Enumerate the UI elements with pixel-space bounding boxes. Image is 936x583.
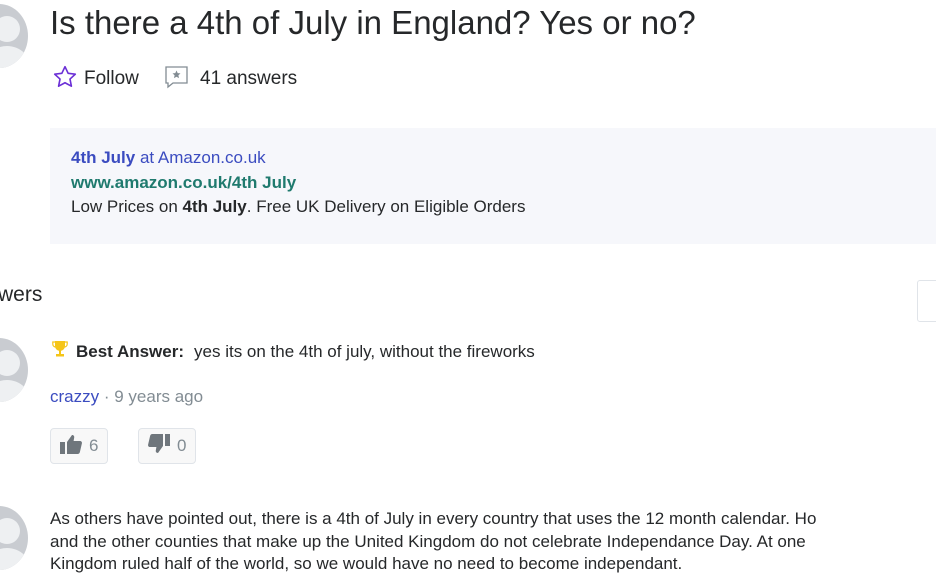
answer2-line: As others have pointed out, there is a 4… — [50, 509, 817, 528]
ad-title-link[interactable]: 4th July at Amazon.co.uk — [71, 148, 266, 168]
sponsored-ad[interactable]: 4th July at Amazon.co.uk www.amazon.co.u… — [50, 128, 936, 244]
trophy-icon — [52, 340, 68, 363]
follow-button[interactable]: Follow — [52, 64, 139, 94]
answer-divider — [0, 482, 936, 483]
best-answer-label: Best Answer: — [76, 341, 185, 361]
question-avatar[interactable] — [0, 4, 28, 68]
ad-description: Low Prices on 4th July. Free UK Delivery… — [71, 197, 525, 217]
question-title: Is there a 4th of July in England? Yes o… — [50, 4, 696, 41]
answers-count-label: 41 answers — [200, 68, 298, 89]
ad-url[interactable]: www.amazon.co.uk/4th July — [71, 173, 296, 193]
answer2-line: and the other counties that make up the … — [50, 531, 806, 551]
upvote-count: 6 — [89, 436, 99, 455]
ad-desc-suffix: . Free UK Delivery on Eligible Orders — [246, 197, 526, 216]
answer2-text: As others have pointed out, there is a 4… — [50, 508, 936, 576]
answer-age: 9 years ago — [114, 387, 204, 406]
follow-label: Follow — [84, 68, 139, 89]
ad-title-rest: at Amazon.co.uk — [135, 148, 266, 167]
speech-bubble-star-icon — [164, 64, 190, 95]
best-answer-row: Best Answer: yes its on the 4th of july,… — [52, 340, 535, 363]
answers-count[interactable]: 41 answers — [164, 64, 297, 94]
best-answer-avatar[interactable] — [0, 338, 28, 402]
byline-separator: · — [99, 387, 115, 406]
ad-desc-prefix: Low Prices on — [71, 197, 183, 216]
answer2-avatar[interactable] — [0, 506, 28, 570]
answer-author-link[interactable]: crazzy — [50, 387, 99, 406]
thumbs-up-icon — [59, 433, 83, 460]
downvote-button[interactable]: 0 — [138, 428, 196, 464]
best-answer-text: yes its on the 4th of july, without the … — [194, 341, 535, 361]
upvote-button[interactable]: 6 — [50, 428, 108, 464]
answers-heading: wers — [0, 283, 43, 306]
thumbs-down-icon — [147, 433, 171, 460]
ad-desc-bold: 4th July — [182, 197, 247, 216]
answer-byline: crazzy · 9 years ago — [50, 387, 203, 407]
star-outline-icon — [52, 64, 78, 95]
answer2-line: Kingdom ruled half of the world, so we w… — [50, 554, 683, 573]
downvote-count: 0 — [177, 436, 187, 455]
ad-title-bold: 4th July — [71, 148, 136, 167]
sort-dropdown[interactable] — [917, 280, 936, 322]
